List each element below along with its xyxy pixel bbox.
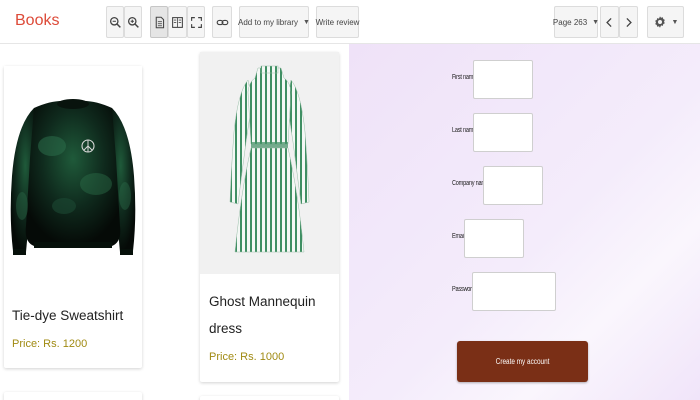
- product-card[interactable]: Tie-dye Sweatshirt Price: Rs. 1200: [4, 66, 142, 368]
- product-price: Price: Rs. 1000: [209, 351, 285, 363]
- create-account-label: Create my account: [495, 357, 550, 366]
- product-name[interactable]: Tie-dye Sweatshirt: [12, 302, 137, 329]
- zoom-in-icon: [127, 16, 139, 28]
- zoom-in-button[interactable]: [124, 6, 142, 38]
- toolbar: Books Add to my library ▼ Write review P…: [0, 0, 700, 44]
- previous-page-button[interactable]: [600, 6, 619, 38]
- chevron-down-icon: ▼: [592, 18, 600, 26]
- product-image: [200, 52, 339, 274]
- link-button[interactable]: [212, 6, 232, 38]
- zoom-out-icon: [109, 16, 121, 28]
- add-to-library-label: Add to my library: [238, 17, 299, 27]
- brand-title[interactable]: Books: [15, 12, 59, 30]
- single-page-icon: [155, 16, 164, 28]
- email-label: Email: [452, 233, 465, 240]
- product-name-line2: dress: [209, 321, 243, 336]
- chevron-left-icon: [606, 17, 612, 27]
- product-name[interactable]: Ghost Mannequin dress: [209, 288, 334, 342]
- create-account-button[interactable]: Create my account: [457, 341, 588, 382]
- gear-icon: [654, 16, 665, 28]
- two-page-icon: [172, 16, 183, 28]
- product-name-line1: Ghost Mannequin: [209, 294, 316, 309]
- link-icon: [216, 19, 228, 25]
- company-name-field[interactable]: [483, 166, 543, 205]
- last-name-field[interactable]: [473, 113, 533, 152]
- next-page-button[interactable]: [619, 6, 638, 38]
- fullscreen-icon: [190, 16, 202, 28]
- two-page-view-button[interactable]: [168, 6, 187, 38]
- product-price: Price: Rs. 1200: [12, 338, 88, 350]
- write-review-label: Write review: [315, 17, 360, 27]
- page-selector[interactable]: Page 263 ▼: [552, 6, 600, 38]
- email-field[interactable]: [464, 219, 524, 258]
- chevron-down-icon: ▼: [303, 18, 310, 26]
- settings-button[interactable]: ▼: [647, 6, 684, 38]
- single-page-view-button[interactable]: [150, 6, 168, 38]
- product-card[interactable]: [200, 396, 339, 400]
- signup-form: First name Last name Company name Email …: [349, 44, 700, 400]
- page-label: Page 263: [552, 17, 588, 27]
- product-card[interactable]: [4, 392, 142, 400]
- chevron-down-icon: ▼: [671, 18, 679, 26]
- add-to-library-button[interactable]: Add to my library ▼: [238, 6, 310, 38]
- password-field[interactable]: [472, 272, 556, 311]
- fullscreen-button[interactable]: [187, 6, 205, 38]
- first-name-field[interactable]: [473, 60, 533, 99]
- zoom-out-button[interactable]: [106, 6, 124, 38]
- product-image: [4, 66, 142, 276]
- chevron-right-icon: [626, 17, 632, 27]
- write-review-button[interactable]: Write review: [316, 6, 359, 38]
- product-card[interactable]: Ghost Mannequin dress Price: Rs. 1000: [200, 52, 339, 382]
